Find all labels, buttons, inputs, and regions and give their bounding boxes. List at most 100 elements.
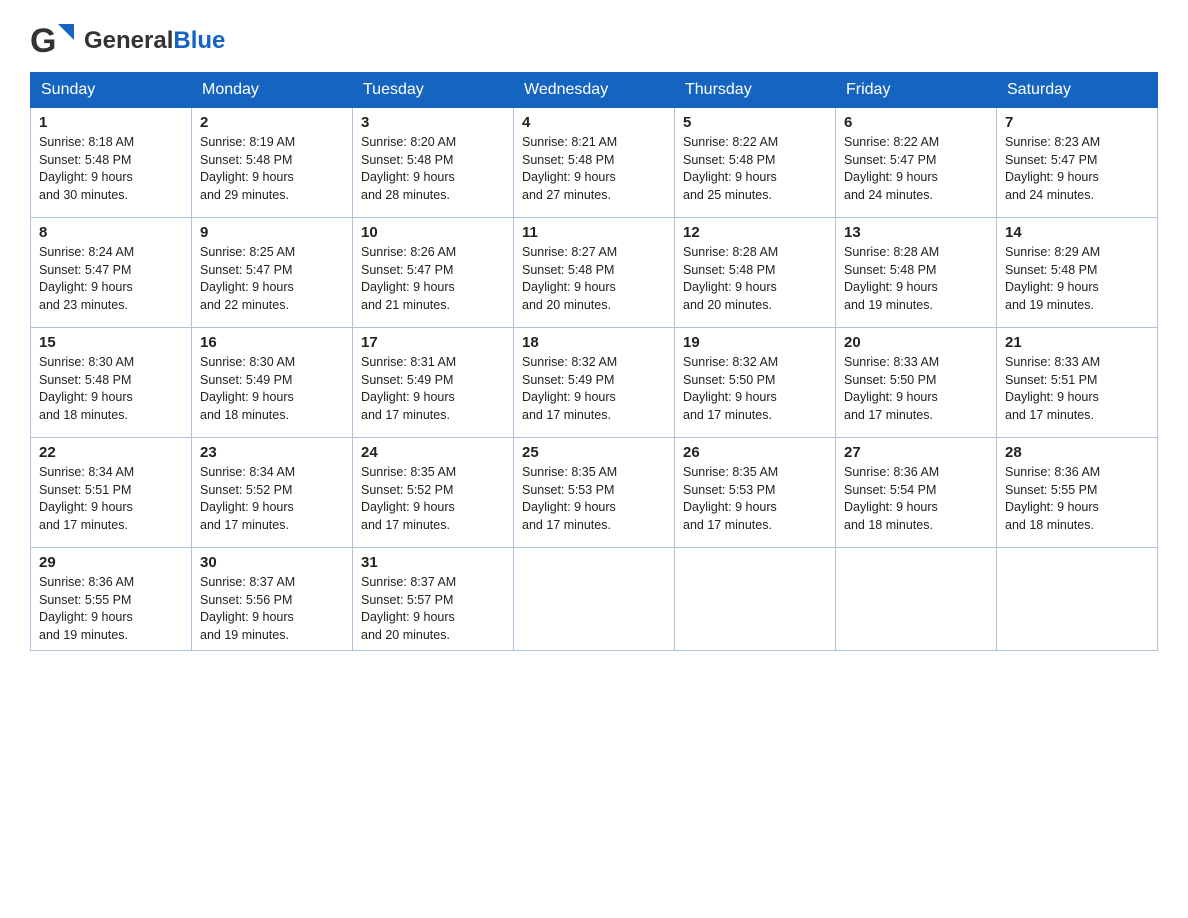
day-info: Sunrise: 8:33 AM Sunset: 5:50 PM Dayligh…: [844, 354, 988, 424]
day-number: 25: [522, 444, 666, 461]
calendar-day-6: 6 Sunrise: 8:22 AM Sunset: 5:47 PM Dayli…: [836, 108, 997, 218]
calendar-day-1: 1 Sunrise: 8:18 AM Sunset: 5:48 PM Dayli…: [31, 108, 192, 218]
day-number: 6: [844, 114, 988, 131]
day-header-wednesday: Wednesday: [514, 73, 675, 108]
day-number: 26: [683, 444, 827, 461]
logo: G GeneralBlue: [30, 20, 225, 62]
calendar-day-27: 27 Sunrise: 8:36 AM Sunset: 5:54 PM Dayl…: [836, 438, 997, 548]
day-info: Sunrise: 8:35 AM Sunset: 5:52 PM Dayligh…: [361, 464, 505, 534]
calendar-day-22: 22 Sunrise: 8:34 AM Sunset: 5:51 PM Dayl…: [31, 438, 192, 548]
day-number: 21: [1005, 334, 1149, 351]
day-number: 29: [39, 554, 183, 571]
day-info: Sunrise: 8:30 AM Sunset: 5:49 PM Dayligh…: [200, 354, 344, 424]
logo-text: GeneralBlue: [84, 27, 225, 55]
day-number: 3: [361, 114, 505, 131]
calendar-day-24: 24 Sunrise: 8:35 AM Sunset: 5:52 PM Dayl…: [353, 438, 514, 548]
calendar-day-15: 15 Sunrise: 8:30 AM Sunset: 5:48 PM Dayl…: [31, 328, 192, 438]
calendar-week-3: 15 Sunrise: 8:30 AM Sunset: 5:48 PM Dayl…: [31, 328, 1158, 438]
day-number: 20: [844, 334, 988, 351]
calendar-day-4: 4 Sunrise: 8:21 AM Sunset: 5:48 PM Dayli…: [514, 108, 675, 218]
calendar-day-18: 18 Sunrise: 8:32 AM Sunset: 5:49 PM Dayl…: [514, 328, 675, 438]
day-header-tuesday: Tuesday: [353, 73, 514, 108]
calendar-day-26: 26 Sunrise: 8:35 AM Sunset: 5:53 PM Dayl…: [675, 438, 836, 548]
day-info: Sunrise: 8:23 AM Sunset: 5:47 PM Dayligh…: [1005, 134, 1149, 204]
day-info: Sunrise: 8:22 AM Sunset: 5:48 PM Dayligh…: [683, 134, 827, 204]
calendar-week-2: 8 Sunrise: 8:24 AM Sunset: 5:47 PM Dayli…: [31, 218, 1158, 328]
day-number: 17: [361, 334, 505, 351]
day-header-thursday: Thursday: [675, 73, 836, 108]
day-number: 18: [522, 334, 666, 351]
calendar-day-14: 14 Sunrise: 8:29 AM Sunset: 5:48 PM Dayl…: [997, 218, 1158, 328]
day-info: Sunrise: 8:32 AM Sunset: 5:49 PM Dayligh…: [522, 354, 666, 424]
calendar-day-11: 11 Sunrise: 8:27 AM Sunset: 5:48 PM Dayl…: [514, 218, 675, 328]
calendar-day-31: 31 Sunrise: 8:37 AM Sunset: 5:57 PM Dayl…: [353, 548, 514, 651]
day-info: Sunrise: 8:31 AM Sunset: 5:49 PM Dayligh…: [361, 354, 505, 424]
day-info: Sunrise: 8:29 AM Sunset: 5:48 PM Dayligh…: [1005, 244, 1149, 314]
day-number: 11: [522, 224, 666, 241]
day-number: 2: [200, 114, 344, 131]
day-number: 12: [683, 224, 827, 241]
day-info: Sunrise: 8:24 AM Sunset: 5:47 PM Dayligh…: [39, 244, 183, 314]
empty-cell: [675, 548, 836, 651]
day-info: Sunrise: 8:37 AM Sunset: 5:56 PM Dayligh…: [200, 574, 344, 644]
day-number: 5: [683, 114, 827, 131]
day-number: 16: [200, 334, 344, 351]
empty-cell: [514, 548, 675, 651]
day-number: 4: [522, 114, 666, 131]
day-info: Sunrise: 8:19 AM Sunset: 5:48 PM Dayligh…: [200, 134, 344, 204]
day-number: 31: [361, 554, 505, 571]
day-info: Sunrise: 8:34 AM Sunset: 5:52 PM Dayligh…: [200, 464, 344, 534]
day-info: Sunrise: 8:37 AM Sunset: 5:57 PM Dayligh…: [361, 574, 505, 644]
day-number: 30: [200, 554, 344, 571]
calendar-table: SundayMondayTuesdayWednesdayThursdayFrid…: [30, 72, 1158, 651]
calendar-day-30: 30 Sunrise: 8:37 AM Sunset: 5:56 PM Dayl…: [192, 548, 353, 651]
day-number: 27: [844, 444, 988, 461]
day-header-monday: Monday: [192, 73, 353, 108]
day-info: Sunrise: 8:18 AM Sunset: 5:48 PM Dayligh…: [39, 134, 183, 204]
calendar-day-5: 5 Sunrise: 8:22 AM Sunset: 5:48 PM Dayli…: [675, 108, 836, 218]
calendar-week-4: 22 Sunrise: 8:34 AM Sunset: 5:51 PM Dayl…: [31, 438, 1158, 548]
day-info: Sunrise: 8:30 AM Sunset: 5:48 PM Dayligh…: [39, 354, 183, 424]
day-number: 1: [39, 114, 183, 131]
calendar-day-16: 16 Sunrise: 8:30 AM Sunset: 5:49 PM Dayl…: [192, 328, 353, 438]
day-number: 24: [361, 444, 505, 461]
calendar-day-2: 2 Sunrise: 8:19 AM Sunset: 5:48 PM Dayli…: [192, 108, 353, 218]
day-number: 14: [1005, 224, 1149, 241]
empty-cell: [836, 548, 997, 651]
day-info: Sunrise: 8:36 AM Sunset: 5:55 PM Dayligh…: [39, 574, 183, 644]
day-header-sunday: Sunday: [31, 73, 192, 108]
calendar-week-1: 1 Sunrise: 8:18 AM Sunset: 5:48 PM Dayli…: [31, 108, 1158, 218]
logo-svg: G: [30, 20, 80, 62]
calendar-day-20: 20 Sunrise: 8:33 AM Sunset: 5:50 PM Dayl…: [836, 328, 997, 438]
calendar-day-29: 29 Sunrise: 8:36 AM Sunset: 5:55 PM Dayl…: [31, 548, 192, 651]
calendar-day-12: 12 Sunrise: 8:28 AM Sunset: 5:48 PM Dayl…: [675, 218, 836, 328]
calendar-day-19: 19 Sunrise: 8:32 AM Sunset: 5:50 PM Dayl…: [675, 328, 836, 438]
day-info: Sunrise: 8:25 AM Sunset: 5:47 PM Dayligh…: [200, 244, 344, 314]
day-info: Sunrise: 8:20 AM Sunset: 5:48 PM Dayligh…: [361, 134, 505, 204]
day-number: 7: [1005, 114, 1149, 131]
day-info: Sunrise: 8:22 AM Sunset: 5:47 PM Dayligh…: [844, 134, 988, 204]
day-info: Sunrise: 8:36 AM Sunset: 5:54 PM Dayligh…: [844, 464, 988, 534]
days-header-row: SundayMondayTuesdayWednesdayThursdayFrid…: [31, 73, 1158, 108]
day-number: 15: [39, 334, 183, 351]
day-number: 22: [39, 444, 183, 461]
day-number: 23: [200, 444, 344, 461]
day-info: Sunrise: 8:21 AM Sunset: 5:48 PM Dayligh…: [522, 134, 666, 204]
day-info: Sunrise: 8:33 AM Sunset: 5:51 PM Dayligh…: [1005, 354, 1149, 424]
calendar-day-25: 25 Sunrise: 8:35 AM Sunset: 5:53 PM Dayl…: [514, 438, 675, 548]
day-number: 10: [361, 224, 505, 241]
day-info: Sunrise: 8:28 AM Sunset: 5:48 PM Dayligh…: [683, 244, 827, 314]
page-header: G GeneralBlue: [30, 20, 1158, 62]
day-number: 9: [200, 224, 344, 241]
day-info: Sunrise: 8:34 AM Sunset: 5:51 PM Dayligh…: [39, 464, 183, 534]
calendar-day-23: 23 Sunrise: 8:34 AM Sunset: 5:52 PM Dayl…: [192, 438, 353, 548]
calendar-day-21: 21 Sunrise: 8:33 AM Sunset: 5:51 PM Dayl…: [997, 328, 1158, 438]
calendar-day-17: 17 Sunrise: 8:31 AM Sunset: 5:49 PM Dayl…: [353, 328, 514, 438]
calendar-day-3: 3 Sunrise: 8:20 AM Sunset: 5:48 PM Dayli…: [353, 108, 514, 218]
day-number: 8: [39, 224, 183, 241]
empty-cell: [997, 548, 1158, 651]
day-info: Sunrise: 8:35 AM Sunset: 5:53 PM Dayligh…: [683, 464, 827, 534]
day-info: Sunrise: 8:36 AM Sunset: 5:55 PM Dayligh…: [1005, 464, 1149, 534]
day-info: Sunrise: 8:28 AM Sunset: 5:48 PM Dayligh…: [844, 244, 988, 314]
calendar-day-7: 7 Sunrise: 8:23 AM Sunset: 5:47 PM Dayli…: [997, 108, 1158, 218]
